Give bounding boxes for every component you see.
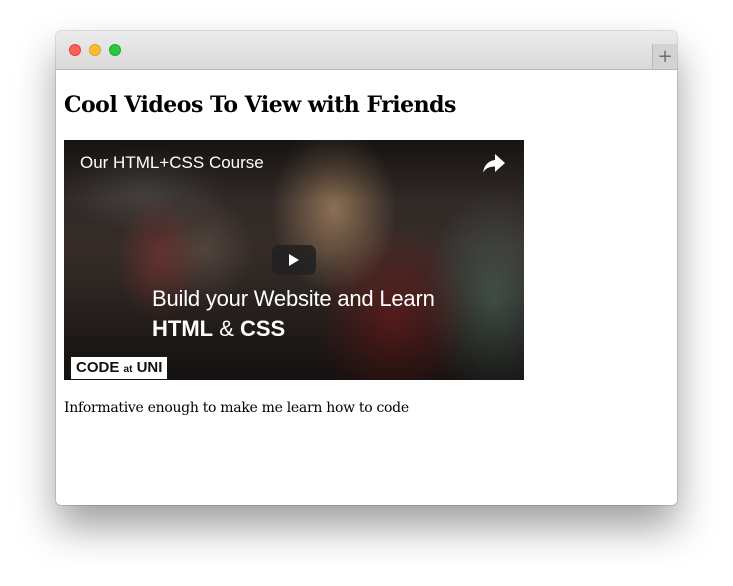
page-title: Cool Videos To View with Friends (64, 92, 456, 118)
close-window-button[interactable] (69, 44, 81, 56)
share-icon[interactable] (481, 152, 507, 174)
video-title[interactable]: Our HTML+CSS Course (80, 153, 264, 173)
page-content: Cool Videos To View with Friends Our HTM… (64, 70, 669, 430)
overlay-html-text: HTML (152, 316, 214, 341)
play-icon (289, 254, 299, 266)
desktop-background: + Cool Videos To View with Friends Our H… (0, 0, 733, 586)
logo-code: CODE (76, 359, 124, 376)
video-caption: Informative enough to make me learn how … (64, 400, 409, 416)
video-overlay-text: Build your Website and Learn (152, 286, 435, 311)
browser-window: + Cool Videos To View with Friends Our H… (56, 31, 677, 505)
new-tab-button[interactable]: + (652, 44, 677, 69)
maximize-window-button[interactable] (109, 44, 121, 56)
play-button[interactable] (272, 245, 316, 275)
minimize-window-button[interactable] (89, 44, 101, 56)
overlay-ampersand: & (213, 316, 240, 341)
overlay-css-text: CSS (240, 316, 286, 341)
title-bar: + (56, 31, 677, 70)
code-at-uni-logo: CODE at UNI (71, 357, 168, 379)
logo-uni: UNI (132, 359, 163, 376)
embedded-video-player[interactable]: Our HTML+CSS Course Build your Website a… (64, 140, 524, 380)
video-overlay-subtext: HTML & CSS (152, 316, 285, 342)
